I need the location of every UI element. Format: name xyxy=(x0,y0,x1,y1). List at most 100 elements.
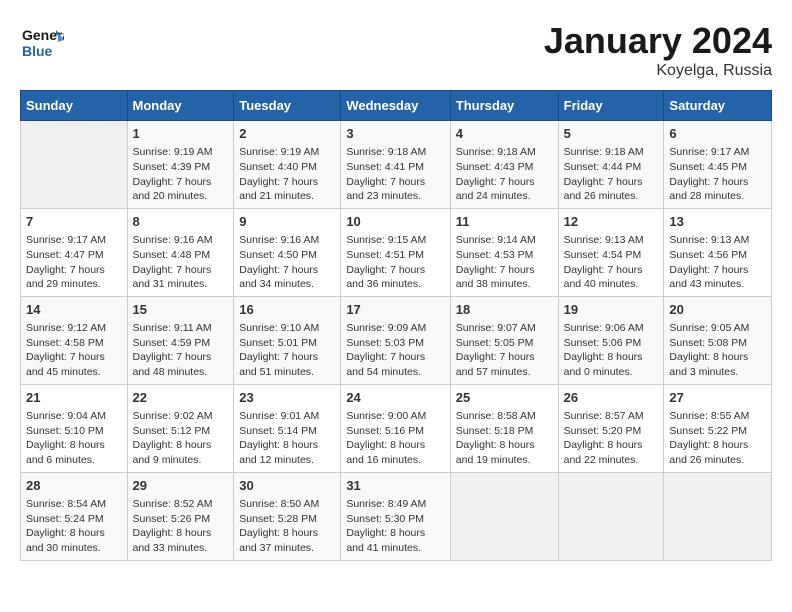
day-cell: 1 Sunrise: 9:19 AM Sunset: 4:39 PM Daylig… xyxy=(127,121,234,209)
day-cell: 4 Sunrise: 9:18 AM Sunset: 4:43 PM Daylig… xyxy=(450,121,558,209)
day-number: 27 xyxy=(669,389,766,407)
day-cell xyxy=(664,472,772,560)
day-info: Sunrise: 8:58 AM Sunset: 5:18 PM Dayligh… xyxy=(456,409,553,468)
day-number: 9 xyxy=(239,213,335,231)
day-info: Sunrise: 9:04 AM Sunset: 5:10 PM Dayligh… xyxy=(26,409,122,468)
day-cell: 16 Sunrise: 9:10 AM Sunset: 5:01 PM Dayli… xyxy=(234,296,341,384)
day-header-wednesday: Wednesday xyxy=(341,91,450,121)
day-info: Sunrise: 9:16 AM Sunset: 4:50 PM Dayligh… xyxy=(239,233,335,292)
day-number: 28 xyxy=(26,477,122,495)
day-number: 13 xyxy=(669,213,766,231)
day-info: Sunrise: 9:10 AM Sunset: 5:01 PM Dayligh… xyxy=(239,321,335,380)
day-cell xyxy=(558,472,664,560)
day-info: Sunrise: 9:18 AM Sunset: 4:43 PM Dayligh… xyxy=(456,145,553,204)
day-cell: 29 Sunrise: 8:52 AM Sunset: 5:26 PM Dayli… xyxy=(127,472,234,560)
day-number: 23 xyxy=(239,389,335,407)
day-info: Sunrise: 9:18 AM Sunset: 4:41 PM Dayligh… xyxy=(346,145,444,204)
week-row-5: 28 Sunrise: 8:54 AM Sunset: 5:24 PM Dayli… xyxy=(21,472,772,560)
day-number: 14 xyxy=(26,301,122,319)
day-cell: 24Sunrise: 9:00 AM Sunset: 5:16 PM Dayli… xyxy=(341,384,450,472)
day-number: 22 xyxy=(133,389,229,407)
day-number: 2 xyxy=(239,125,335,143)
logo-icon: General Blue xyxy=(20,20,64,64)
day-cell: 10 Sunrise: 9:15 AM Sunset: 4:51 PM Dayli… xyxy=(341,208,450,296)
day-number: 25 xyxy=(456,389,553,407)
day-info: Sunrise: 9:05 AM Sunset: 5:08 PM Dayligh… xyxy=(669,321,766,380)
day-number: 6 xyxy=(669,125,766,143)
page-header: General Blue January 2024 Koyelga, Russi… xyxy=(20,20,772,80)
day-info: Sunrise: 9:15 AM Sunset: 4:51 PM Dayligh… xyxy=(346,233,444,292)
week-row-3: 14Sunrise: 9:12 AM Sunset: 4:58 PM Dayli… xyxy=(21,296,772,384)
day-header-friday: Friday xyxy=(558,91,664,121)
day-info: Sunrise: 8:50 AM Sunset: 5:28 PM Dayligh… xyxy=(239,497,335,556)
day-info: Sunrise: 8:54 AM Sunset: 5:24 PM Dayligh… xyxy=(26,497,122,556)
day-cell: 22 Sunrise: 9:02 AM Sunset: 5:12 PM Dayli… xyxy=(127,384,234,472)
day-cell: 27 Sunrise: 8:55 AM Sunset: 5:22 PM Dayli… xyxy=(664,384,772,472)
day-number: 1 xyxy=(133,125,229,143)
day-header-tuesday: Tuesday xyxy=(234,91,341,121)
day-cell: 25 Sunrise: 8:58 AM Sunset: 5:18 PM Dayli… xyxy=(450,384,558,472)
day-info: Sunrise: 9:01 AM Sunset: 5:14 PM Dayligh… xyxy=(239,409,335,468)
location-title: Koyelga, Russia xyxy=(544,62,772,80)
day-cell: 7 Sunrise: 9:17 AM Sunset: 4:47 PM Daylig… xyxy=(21,208,128,296)
day-number: 24 xyxy=(346,389,444,407)
day-number: 10 xyxy=(346,213,444,231)
day-info: Sunrise: 9:06 AM Sunset: 5:06 PM Dayligh… xyxy=(564,321,659,380)
day-cell: 20Sunrise: 9:05 AM Sunset: 5:08 PM Dayli… xyxy=(664,296,772,384)
day-number: 29 xyxy=(133,477,229,495)
day-number: 12 xyxy=(564,213,659,231)
day-cell: 23 Sunrise: 9:01 AM Sunset: 5:14 PM Dayli… xyxy=(234,384,341,472)
day-cell: 18Sunrise: 9:07 AM Sunset: 5:05 PM Dayli… xyxy=(450,296,558,384)
day-number: 11 xyxy=(456,213,553,231)
day-header-thursday: Thursday xyxy=(450,91,558,121)
week-row-4: 21 Sunrise: 9:04 AM Sunset: 5:10 PM Dayli… xyxy=(21,384,772,472)
day-info: Sunrise: 9:13 AM Sunset: 4:54 PM Dayligh… xyxy=(564,233,659,292)
day-info: Sunrise: 8:55 AM Sunset: 5:22 PM Dayligh… xyxy=(669,409,766,468)
day-header-saturday: Saturday xyxy=(664,91,772,121)
day-header-sunday: Sunday xyxy=(21,91,128,121)
day-number: 16 xyxy=(239,301,335,319)
day-info: Sunrise: 9:13 AM Sunset: 4:56 PM Dayligh… xyxy=(669,233,766,292)
day-info: Sunrise: 9:02 AM Sunset: 5:12 PM Dayligh… xyxy=(133,409,229,468)
day-number: 30 xyxy=(239,477,335,495)
day-number: 8 xyxy=(133,213,229,231)
day-info: Sunrise: 9:19 AM Sunset: 4:40 PM Dayligh… xyxy=(239,145,335,204)
day-info: Sunrise: 8:52 AM Sunset: 5:26 PM Dayligh… xyxy=(133,497,229,556)
day-cell: 21 Sunrise: 9:04 AM Sunset: 5:10 PM Dayli… xyxy=(21,384,128,472)
day-number: 3 xyxy=(346,125,444,143)
day-cell: 13 Sunrise: 9:13 AM Sunset: 4:56 PM Dayli… xyxy=(664,208,772,296)
day-number: 7 xyxy=(26,213,122,231)
day-number: 21 xyxy=(26,389,122,407)
day-number: 4 xyxy=(456,125,553,143)
month-title: January 2024 xyxy=(544,20,772,62)
day-info: Sunrise: 9:18 AM Sunset: 4:44 PM Dayligh… xyxy=(564,145,659,204)
week-row-2: 7 Sunrise: 9:17 AM Sunset: 4:47 PM Daylig… xyxy=(21,208,772,296)
day-info: Sunrise: 8:49 AM Sunset: 5:30 PM Dayligh… xyxy=(346,497,444,556)
day-cell: 2 Sunrise: 9:19 AM Sunset: 4:40 PM Daylig… xyxy=(234,121,341,209)
days-header-row: SundayMondayTuesdayWednesdayThursdayFrid… xyxy=(21,91,772,121)
day-info: Sunrise: 9:17 AM Sunset: 4:47 PM Dayligh… xyxy=(26,233,122,292)
day-info: Sunrise: 9:19 AM Sunset: 4:39 PM Dayligh… xyxy=(133,145,229,204)
day-info: Sunrise: 9:09 AM Sunset: 5:03 PM Dayligh… xyxy=(346,321,444,380)
day-info: Sunrise: 9:16 AM Sunset: 4:48 PM Dayligh… xyxy=(133,233,229,292)
day-cell: 8 Sunrise: 9:16 AM Sunset: 4:48 PM Daylig… xyxy=(127,208,234,296)
day-cell xyxy=(21,121,128,209)
day-number: 5 xyxy=(564,125,659,143)
logo: General Blue xyxy=(20,20,64,69)
day-cell: 5 Sunrise: 9:18 AM Sunset: 4:44 PM Daylig… xyxy=(558,121,664,209)
day-cell: 14Sunrise: 9:12 AM Sunset: 4:58 PM Dayli… xyxy=(21,296,128,384)
title-block: January 2024 Koyelga, Russia xyxy=(544,20,772,80)
day-cell: 9 Sunrise: 9:16 AM Sunset: 4:50 PM Daylig… xyxy=(234,208,341,296)
day-cell: 12 Sunrise: 9:13 AM Sunset: 4:54 PM Dayli… xyxy=(558,208,664,296)
day-number: 19 xyxy=(564,301,659,319)
day-cell: 28 Sunrise: 8:54 AM Sunset: 5:24 PM Dayli… xyxy=(21,472,128,560)
day-info: Sunrise: 9:14 AM Sunset: 4:53 PM Dayligh… xyxy=(456,233,553,292)
svg-text:Blue: Blue xyxy=(22,43,53,59)
day-number: 31 xyxy=(346,477,444,495)
day-cell: 31 Sunrise: 8:49 AM Sunset: 5:30 PM Dayli… xyxy=(341,472,450,560)
day-info: Sunrise: 9:17 AM Sunset: 4:45 PM Dayligh… xyxy=(669,145,766,204)
day-info: Sunrise: 9:07 AM Sunset: 5:05 PM Dayligh… xyxy=(456,321,553,380)
day-cell: 30 Sunrise: 8:50 AM Sunset: 5:28 PM Dayli… xyxy=(234,472,341,560)
day-cell: 6 Sunrise: 9:17 AM Sunset: 4:45 PM Daylig… xyxy=(664,121,772,209)
day-cell: 19 Sunrise: 9:06 AM Sunset: 5:06 PM Dayli… xyxy=(558,296,664,384)
